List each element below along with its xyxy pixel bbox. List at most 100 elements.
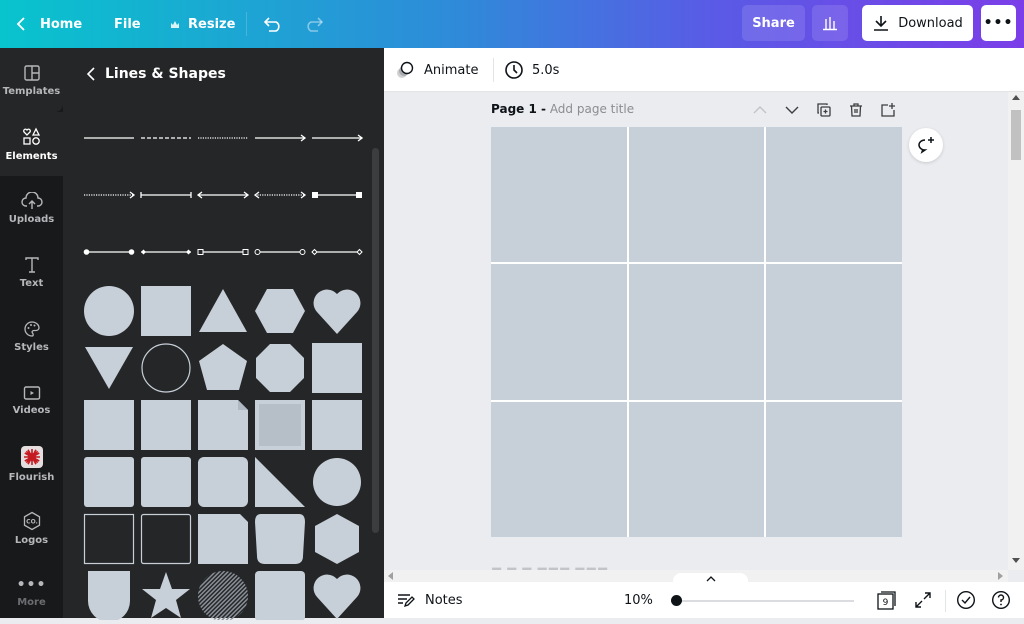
check-button[interactable] bbox=[956, 582, 976, 618]
move-page-up-button[interactable] bbox=[749, 100, 771, 120]
grid-cell[interactable] bbox=[491, 127, 627, 263]
help-button[interactable] bbox=[991, 582, 1011, 618]
fullscreen-button[interactable] bbox=[914, 582, 932, 618]
file-label: File bbox=[114, 16, 141, 32]
shape-square-3[interactable] bbox=[141, 400, 191, 450]
shape-heart-2[interactable] bbox=[313, 574, 361, 619]
rail-item-text[interactable]: Text bbox=[0, 240, 63, 304]
shape-square-2[interactable] bbox=[84, 400, 134, 450]
home-button[interactable]: Home bbox=[16, 0, 82, 48]
bar-end-line[interactable] bbox=[140, 192, 192, 198]
rail-item-more[interactable]: ••• More bbox=[0, 560, 63, 624]
vertical-scrollbar[interactable] bbox=[1008, 92, 1024, 570]
more-options-button[interactable]: ••• bbox=[981, 5, 1016, 41]
notes-button[interactable]: Notes bbox=[397, 582, 463, 618]
zoom-slider-track[interactable] bbox=[676, 600, 854, 602]
grid-cell[interactable] bbox=[491, 264, 627, 400]
page-grid-view-button[interactable]: 9 bbox=[876, 582, 898, 618]
move-page-down-button[interactable] bbox=[781, 100, 803, 120]
shape-outline-square[interactable] bbox=[83, 513, 135, 565]
hollow-square-end-line[interactable] bbox=[197, 249, 249, 255]
chevron-left-icon bbox=[87, 67, 95, 81]
dot-end-line[interactable] bbox=[83, 249, 135, 255]
hollow-diamond-end-line[interactable] bbox=[311, 248, 363, 256]
delete-page-button[interactable] bbox=[845, 100, 867, 120]
shape-star[interactable] bbox=[142, 572, 190, 618]
shape-cut-corner-square[interactable] bbox=[198, 514, 248, 564]
add-page-button[interactable] bbox=[877, 100, 899, 120]
page-title-input[interactable]: Add page title bbox=[550, 102, 634, 116]
arrow-line[interactable] bbox=[255, 134, 307, 142]
shape-shield[interactable] bbox=[88, 571, 130, 620]
shape-heart[interactable] bbox=[313, 289, 361, 334]
download-label: Download bbox=[898, 15, 963, 31]
shape-rounded-rect[interactable] bbox=[255, 571, 305, 620]
scroll-left-icon[interactable] bbox=[388, 572, 393, 580]
rail-item-uploads[interactable]: Uploads bbox=[0, 176, 63, 240]
grid-cell[interactable] bbox=[628, 127, 765, 263]
shape-rounded-square-2[interactable] bbox=[141, 457, 191, 507]
shape-vertical-hexagon[interactable] bbox=[315, 514, 359, 564]
shape-scalloped-circle[interactable] bbox=[313, 458, 361, 506]
animate-button[interactable]: Animate bbox=[396, 48, 478, 92]
shape-shadow-square[interactable] bbox=[312, 343, 362, 393]
shape-square-4[interactable] bbox=[312, 400, 362, 450]
scroll-down-icon[interactable] bbox=[1012, 558, 1020, 563]
download-button[interactable]: Download bbox=[862, 5, 973, 41]
shape-outline-circle[interactable] bbox=[141, 343, 191, 393]
undo-button[interactable] bbox=[263, 0, 283, 48]
fullscreen-icon bbox=[915, 592, 931, 608]
rail-item-templates[interactable]: Templates bbox=[0, 48, 63, 112]
shape-triangle[interactable] bbox=[199, 289, 247, 332]
zoom-slider-handle[interactable] bbox=[671, 595, 682, 606]
rail-item-videos[interactable]: Videos bbox=[0, 368, 63, 432]
resize-button[interactable]: Resize bbox=[170, 0, 235, 48]
shape-pentagon[interactable] bbox=[199, 344, 247, 390]
duplicate-page-button[interactable] bbox=[813, 100, 835, 120]
grid-cell[interactable] bbox=[628, 264, 765, 400]
dotted-double-arrow-line[interactable] bbox=[253, 191, 307, 199]
grid-cell[interactable] bbox=[766, 401, 902, 537]
dotted-arrow-line[interactable] bbox=[84, 191, 136, 199]
panel-scrollbar[interactable] bbox=[372, 148, 379, 533]
vertical-scroll-thumb[interactable] bbox=[1011, 110, 1021, 160]
scroll-right-icon[interactable] bbox=[998, 572, 1003, 580]
shape-inset-square[interactable] bbox=[255, 400, 305, 450]
rail-item-flourish[interactable]: Flourish bbox=[0, 432, 63, 496]
design-page[interactable] bbox=[491, 127, 902, 537]
duration-button[interactable]: 5.0s bbox=[504, 48, 559, 92]
thin-arrow-line[interactable] bbox=[312, 134, 363, 142]
rail-item-elements[interactable]: Elements bbox=[0, 112, 63, 176]
shape-square[interactable] bbox=[141, 286, 191, 336]
diamond-end-line[interactable] bbox=[141, 249, 191, 255]
shape-octagon[interactable] bbox=[256, 344, 304, 392]
shape-outline-rounded-square[interactable] bbox=[140, 513, 192, 565]
zoom-percent[interactable]: 10% bbox=[624, 582, 653, 618]
shape-inverted-triangle[interactable] bbox=[85, 347, 133, 389]
shape-rounded-square-3[interactable] bbox=[198, 457, 248, 507]
shape-folded-corner-square[interactable] bbox=[198, 400, 248, 450]
grid-cell[interactable] bbox=[766, 127, 902, 263]
redo-button[interactable] bbox=[304, 0, 324, 48]
panel-back-button[interactable]: Lines & Shapes bbox=[87, 64, 226, 84]
grid-cell[interactable] bbox=[491, 401, 627, 537]
scroll-up-icon[interactable] bbox=[1012, 95, 1020, 100]
add-comment-button[interactable] bbox=[909, 128, 943, 162]
shape-squircle[interactable] bbox=[255, 514, 305, 564]
grid-cell[interactable] bbox=[766, 264, 902, 400]
share-button[interactable]: Share bbox=[742, 5, 805, 41]
double-arrow-line[interactable] bbox=[196, 191, 250, 199]
shape-striped-circle[interactable] bbox=[198, 571, 248, 620]
hollow-circle-end-line[interactable] bbox=[254, 249, 306, 255]
grid-cell[interactable] bbox=[628, 401, 765, 537]
shape-rounded-square[interactable] bbox=[84, 457, 134, 507]
file-menu[interactable]: File bbox=[114, 0, 141, 48]
insights-button[interactable] bbox=[812, 5, 848, 41]
rail-item-logos[interactable]: CO. Logos bbox=[0, 496, 63, 560]
animate-label: Animate bbox=[424, 62, 479, 78]
square-end-line[interactable] bbox=[312, 192, 362, 198]
shape-circle[interactable] bbox=[84, 286, 134, 336]
shape-right-triangle[interactable] bbox=[255, 457, 305, 507]
rail-item-styles[interactable]: Styles bbox=[0, 304, 63, 368]
shape-hexagon[interactable] bbox=[255, 289, 305, 333]
